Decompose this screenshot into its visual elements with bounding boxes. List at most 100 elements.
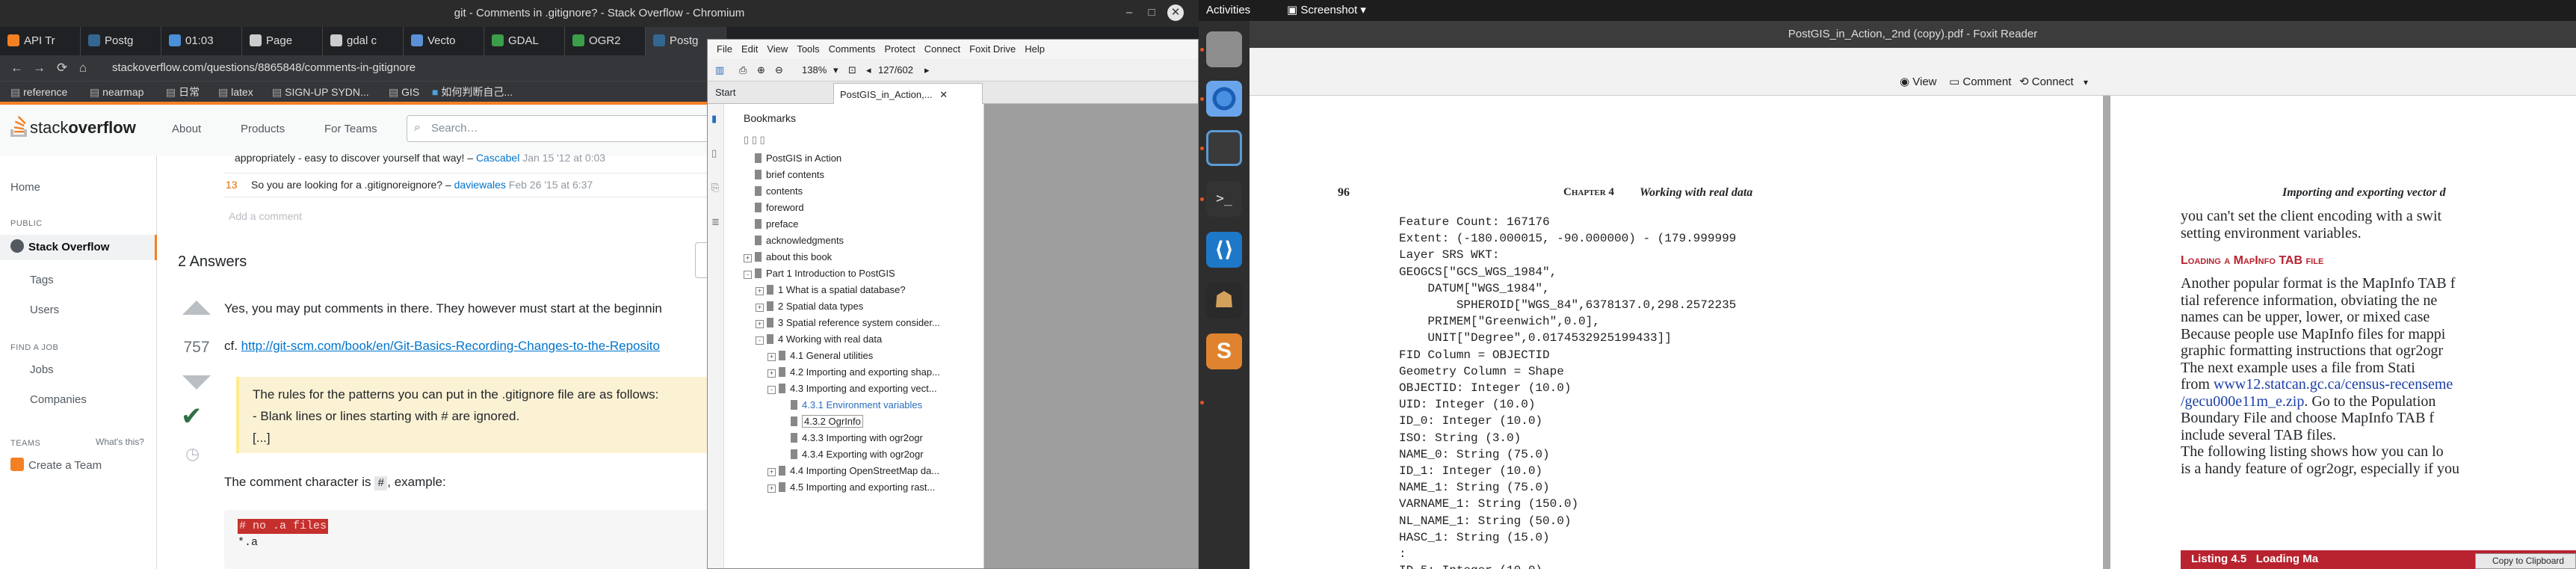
bookmark-item[interactable]: - Part 1 Introduction to PostGIS <box>744 265 895 282</box>
add-comment-link[interactable]: Add a comment <box>229 208 302 224</box>
forward-icon[interactable]: → <box>33 55 46 81</box>
expand-toggle-icon[interactable]: + <box>767 369 776 378</box>
attachments-panel-icon[interactable]: ⎘ <box>711 182 719 194</box>
close-icon[interactable]: ✕ <box>1167 4 1184 21</box>
sidebar-item-jobs[interactable]: Jobs <box>30 360 54 380</box>
browser-tab[interactable]: Postg <box>81 27 161 55</box>
sidebar-item-companies[interactable]: Companies <box>30 390 87 410</box>
bookmark-item[interactable]: - 4.3 Importing and exporting vect... <box>767 381 937 397</box>
bookmark-item[interactable]: - 4 Working with real data <box>756 331 882 348</box>
prev-page-icon[interactable]: ◂ <box>866 59 871 81</box>
files-icon[interactable] <box>1206 31 1242 67</box>
browser-tab[interactable]: Page <box>242 27 323 55</box>
bookmark-item[interactable]: contents <box>744 183 803 200</box>
next-page-icon[interactable]: ▸ <box>924 59 930 81</box>
expand-toggle-icon[interactable]: - <box>756 336 764 345</box>
bookmark-item[interactable]: preface <box>744 216 798 233</box>
history-icon[interactable]: ◷ <box>185 444 200 464</box>
gimp-icon[interactable]: ☗ <box>1206 283 1242 319</box>
upvote-icon[interactable] <box>182 301 211 315</box>
bookmark-item[interactable]: +1 What is a spatial database? <box>756 282 906 298</box>
menu-comments[interactable]: Comments <box>829 43 876 55</box>
bookmark-item[interactable]: +4.2 Importing and exporting shap... <box>767 364 940 381</box>
menu-foxit-drive[interactable]: Foxit Drive <box>969 43 1016 55</box>
copy-clipboard-button[interactable]: Copy to Clipboard <box>2475 553 2576 569</box>
browser-tab[interactable]: API Tr <box>0 27 81 55</box>
tab-start[interactable]: Start <box>715 81 735 104</box>
bookmark-item[interactable]: 4.3.1 Environment variables <box>779 397 922 413</box>
expand-toggle-icon[interactable]: + <box>767 353 776 361</box>
expand-toggle-icon[interactable]: + <box>767 485 776 493</box>
print-icon[interactable]: ⎙ <box>739 59 747 81</box>
expand-toggle-icon[interactable]: + <box>756 304 764 312</box>
so-logo[interactable]: stackoverflow <box>9 113 136 143</box>
toolbar-dropdown-icon[interactable]: ▾ <box>2084 73 2088 91</box>
expand-toggle-icon[interactable]: - <box>767 386 776 394</box>
bookmark-item[interactable]: acknowledgments <box>744 233 844 249</box>
sidebar-item-users[interactable]: Users <box>30 301 59 320</box>
bookmark-item[interactable]: ▤ SIGN-UP SYDN... <box>272 81 369 102</box>
bookmark-item[interactable]: ▤ nearmap <box>90 81 143 102</box>
connect-button[interactable]: ⟲ Connect <box>2019 73 2074 91</box>
bookmark-item[interactable]: +4.5 Importing and exporting rast... <box>767 479 935 496</box>
browser-tab[interactable]: gdal c <box>323 27 404 55</box>
layers-panel-icon[interactable]: ≣ <box>711 216 720 228</box>
search-input[interactable]: Search… <box>407 115 720 142</box>
bookmark-item[interactable]: ▤ 日常 <box>166 81 200 102</box>
browser-tab[interactable]: OGR2 <box>565 27 646 55</box>
browser-tab[interactable]: 01:03 <box>161 27 242 55</box>
bookmark-item[interactable]: foreword <box>744 200 804 216</box>
terminal-icon[interactable]: >_ <box>1206 181 1242 217</box>
bookmark-toolbar-icons[interactable]: ▯ ▯ ▯ <box>744 134 765 146</box>
bookmark-item[interactable]: ■ 如何判断自己... <box>432 81 513 102</box>
zoom-dropdown-icon[interactable]: ▾ <box>833 59 838 81</box>
screenshot-app-icon[interactable] <box>1206 130 1242 166</box>
app-menu[interactable]: ▣ Screenshot ▾ <box>1287 0 1366 21</box>
menu-protect[interactable]: Protect <box>885 43 915 55</box>
expand-toggle-icon[interactable]: + <box>744 254 752 262</box>
sublime-icon[interactable]: S <box>1206 333 1242 369</box>
comment-button[interactable]: ▭ Comment <box>1949 73 2011 91</box>
menu-view[interactable]: View <box>767 43 788 55</box>
nav-about[interactable]: About <box>172 118 201 141</box>
maximize-icon[interactable]: □ <box>1143 4 1160 21</box>
zip-link[interactable]: /gecu000e11m_e.zip <box>2181 393 2304 410</box>
tab-postgis[interactable]: PostGIS_in_Action,... ✕ <box>833 83 983 104</box>
fit-page-icon[interactable]: ⊡ <box>848 59 856 81</box>
bookmark-item[interactable]: +2 Spatial data types <box>756 298 863 315</box>
zoom-out-icon[interactable]: ⊖ <box>775 59 783 81</box>
browser-tab[interactable]: GDAL <box>484 27 565 55</box>
bookmark-item[interactable]: 4.3.2 OgrInfo <box>779 413 863 430</box>
bookmark-panel-icon[interactable]: ▮ <box>711 113 717 125</box>
bookmark-item[interactable]: ▤ latex <box>218 81 253 102</box>
sidebar-item-home[interactable]: Home <box>10 178 40 197</box>
expand-toggle-icon[interactable]: + <box>756 320 764 328</box>
minimize-icon[interactable]: – <box>1121 4 1137 21</box>
menu-connect[interactable]: Connect <box>924 43 960 55</box>
sidebar-item-stackoverflow[interactable]: Stack Overflow <box>10 238 109 257</box>
view-button[interactable]: ◉ View <box>1900 73 1937 91</box>
bookmark-item[interactable]: +3 Spatial reference system consider... <box>756 315 940 331</box>
zoom-in-icon[interactable]: ⊕ <box>757 59 765 81</box>
bookmark-item[interactable]: +4.4 Importing OpenStreetMap da... <box>767 463 939 479</box>
downvote-icon[interactable] <box>182 375 211 390</box>
bookmark-item[interactable]: 4.3.3 Importing with ogr2ogr <box>779 430 923 446</box>
bookmark-item[interactable]: ▤ reference <box>10 81 67 102</box>
nav-products[interactable]: Products <box>241 118 285 141</box>
menu-edit[interactable]: Edit <box>741 43 758 55</box>
bookmark-item[interactable]: PostGIS in Action <box>744 150 841 167</box>
whats-this-link[interactable]: What's this? <box>96 437 144 447</box>
bookmark-item[interactable]: ▤ GIS <box>389 81 419 102</box>
sidebar-item-tags[interactable]: Tags <box>30 271 54 290</box>
zoom-select[interactable]: 138% <box>802 59 827 81</box>
menu-file[interactable]: File <box>717 43 732 55</box>
create-team-link[interactable]: Create a Team <box>10 456 102 476</box>
expand-toggle-icon[interactable]: - <box>744 271 752 279</box>
menu-help[interactable]: Help <box>1025 43 1045 55</box>
bookmark-item[interactable]: brief contents <box>744 167 824 183</box>
bookmark-item[interactable]: 4.3.4 Exporting with ogr2ogr <box>779 446 924 463</box>
vscode-icon[interactable]: ⟨⟩ <box>1206 232 1242 268</box>
expand-toggle-icon[interactable]: + <box>756 287 764 295</box>
menu-tools[interactable]: Tools <box>797 43 819 55</box>
expand-toggle-icon[interactable]: + <box>767 468 776 476</box>
